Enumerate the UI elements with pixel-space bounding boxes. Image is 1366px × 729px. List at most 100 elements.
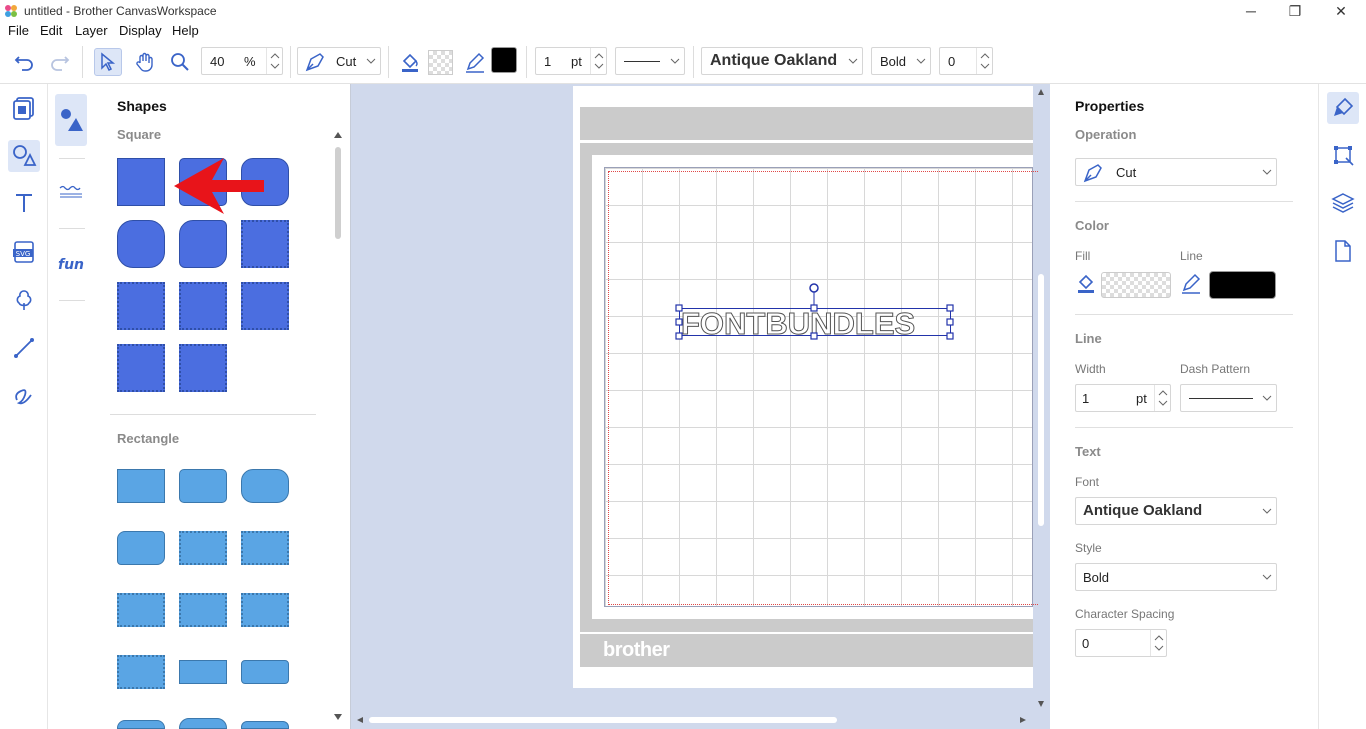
chevron-up-icon[interactable] [980, 53, 990, 59]
style-select[interactable]: Bold [1075, 563, 1277, 591]
line-width-input[interactable]: 1 pt [1075, 384, 1171, 412]
layers-icon[interactable] [1327, 187, 1359, 219]
shapes-icon[interactable] [8, 140, 40, 172]
basic-shapes-category-icon[interactable] [55, 94, 87, 146]
scroll-down-icon[interactable] [333, 713, 343, 721]
select-tool-icon[interactable] [94, 48, 122, 76]
zigzag-square-shape[interactable] [241, 220, 289, 268]
character-spacing-input[interactable]: 0 [1075, 629, 1167, 657]
canvas-horizontal-scrollbar[interactable] [351, 712, 1033, 728]
fill-color-swatch[interactable] [1101, 272, 1171, 298]
font-select[interactable]: Antique Oakland [1075, 497, 1277, 525]
operation-select[interactable]: Cut [1075, 158, 1277, 186]
zoom-icon[interactable] [166, 48, 194, 76]
line-pen-icon[interactable] [1180, 272, 1202, 294]
rounded-rectangle-shape[interactable] [241, 469, 289, 503]
chevron-up-icon[interactable] [1154, 635, 1164, 641]
chevron-down-icon[interactable] [594, 63, 604, 69]
rectangle-shape[interactable] [117, 720, 165, 729]
chevron-down-icon[interactable] [1158, 400, 1168, 406]
wavy-square-shape[interactable] [179, 344, 227, 392]
char-spacing-field[interactable]: 0 [939, 47, 993, 75]
close-button[interactable]: ✕ [1318, 0, 1364, 22]
fill-bucket-icon[interactable] [1075, 272, 1097, 294]
scroll-down-icon[interactable] [1037, 700, 1045, 708]
chevron-up-icon[interactable] [594, 53, 604, 59]
char-spacing-spinner[interactable] [976, 48, 992, 74]
menu-file[interactable]: File [8, 23, 29, 38]
rectangle-shape[interactable] [179, 718, 227, 729]
scalloped-square-shape[interactable] [117, 282, 165, 330]
zoom-field[interactable]: 40 % [201, 47, 283, 75]
wavy-rectangle-shape[interactable] [117, 655, 165, 689]
chevron-down-icon[interactable] [980, 63, 990, 69]
canvas-area[interactable]: brother FONTBUNDLES [350, 84, 1050, 729]
wavy-square-shape[interactable] [117, 344, 165, 392]
selection-handles[interactable] [671, 280, 961, 344]
menu-edit[interactable]: Edit [40, 23, 62, 38]
scroll-thumb[interactable] [1038, 274, 1044, 526]
rectangle-shape[interactable] [117, 469, 165, 503]
line-color-swatch[interactable] [491, 47, 517, 73]
rectangle-shape[interactable] [241, 721, 289, 729]
page-icon[interactable] [8, 92, 40, 124]
chevron-down-icon[interactable] [1154, 645, 1164, 651]
restore-button[interactable]: ❐ [1272, 0, 1318, 22]
line-icon[interactable] [8, 332, 40, 364]
line-pen-icon[interactable] [461, 48, 489, 76]
fun-category-icon[interactable]: fun [55, 249, 87, 279]
zoom-spinner[interactable] [266, 48, 282, 74]
scroll-left-icon[interactable] [356, 716, 364, 724]
zigzag-rectangle-shape[interactable] [241, 531, 289, 565]
freehand-icon[interactable] [8, 379, 40, 411]
style-dropdown[interactable]: Bold [871, 47, 931, 75]
thin-rectangle-shape[interactable] [179, 660, 227, 684]
menu-help[interactable]: Help [172, 23, 199, 38]
scroll-right-icon[interactable] [1019, 716, 1027, 724]
minimize-button[interactable]: ─ [1228, 0, 1274, 22]
scroll-thumb[interactable] [369, 717, 837, 723]
scalloped-square-shape[interactable] [179, 282, 227, 330]
dash-pattern-select[interactable] [1180, 384, 1277, 412]
chevron-down-icon[interactable] [270, 63, 280, 69]
svg-icon[interactable]: SVG [8, 236, 40, 268]
dash-pattern-dropdown[interactable] [615, 47, 685, 75]
scroll-up-icon[interactable] [1037, 88, 1045, 96]
rounded-rectangle-shape[interactable] [179, 469, 227, 503]
page-settings-icon[interactable] [1327, 235, 1359, 267]
redo-icon[interactable] [46, 48, 74, 76]
scroll-up-icon[interactable] [333, 131, 343, 139]
fill-bucket-icon[interactable] [396, 48, 424, 76]
width-spinner[interactable] [1154, 385, 1170, 411]
cloud-icon[interactable] [8, 284, 40, 316]
undo-icon[interactable] [10, 48, 38, 76]
stamp-square-shape[interactable] [241, 282, 289, 330]
line-width-spinner[interactable] [590, 48, 606, 74]
transform-icon[interactable] [1327, 139, 1359, 171]
shapes-scrollbar[interactable] [331, 129, 345, 721]
canvas-vertical-scrollbar[interactable] [1033, 84, 1049, 712]
line-color-swatch[interactable] [1209, 271, 1276, 299]
chevron-up-icon[interactable] [1158, 390, 1168, 396]
wave-category-icon[interactable] [55, 176, 87, 206]
curved-rectangle-shape[interactable] [117, 531, 165, 565]
square-shape[interactable] [117, 158, 165, 206]
scalloped-rectangle-shape[interactable] [117, 593, 165, 627]
font-dropdown[interactable]: Antique Oakland [701, 47, 863, 75]
stamp-rectangle-shape[interactable] [241, 593, 289, 627]
fill-color-swatch[interactable] [428, 50, 453, 75]
chevron-up-icon[interactable] [270, 53, 280, 59]
spacing-spinner[interactable] [1150, 630, 1166, 656]
scroll-thumb[interactable] [335, 147, 341, 239]
zigzag-rectangle-shape[interactable] [179, 531, 227, 565]
operation-dropdown[interactable]: Cut [297, 47, 381, 75]
properties-brush-icon[interactable] [1327, 92, 1359, 124]
menu-display[interactable]: Display [119, 23, 162, 38]
scalloped-rectangle-shape[interactable] [179, 593, 227, 627]
hand-tool-icon[interactable] [131, 48, 159, 76]
rounded-square-shape[interactable] [117, 220, 165, 268]
text-icon[interactable] [8, 187, 40, 219]
menu-layer[interactable]: Layer [75, 23, 108, 38]
line-width-field[interactable]: 1 pt [535, 47, 607, 75]
thin-rounded-rectangle-shape[interactable] [241, 660, 289, 684]
